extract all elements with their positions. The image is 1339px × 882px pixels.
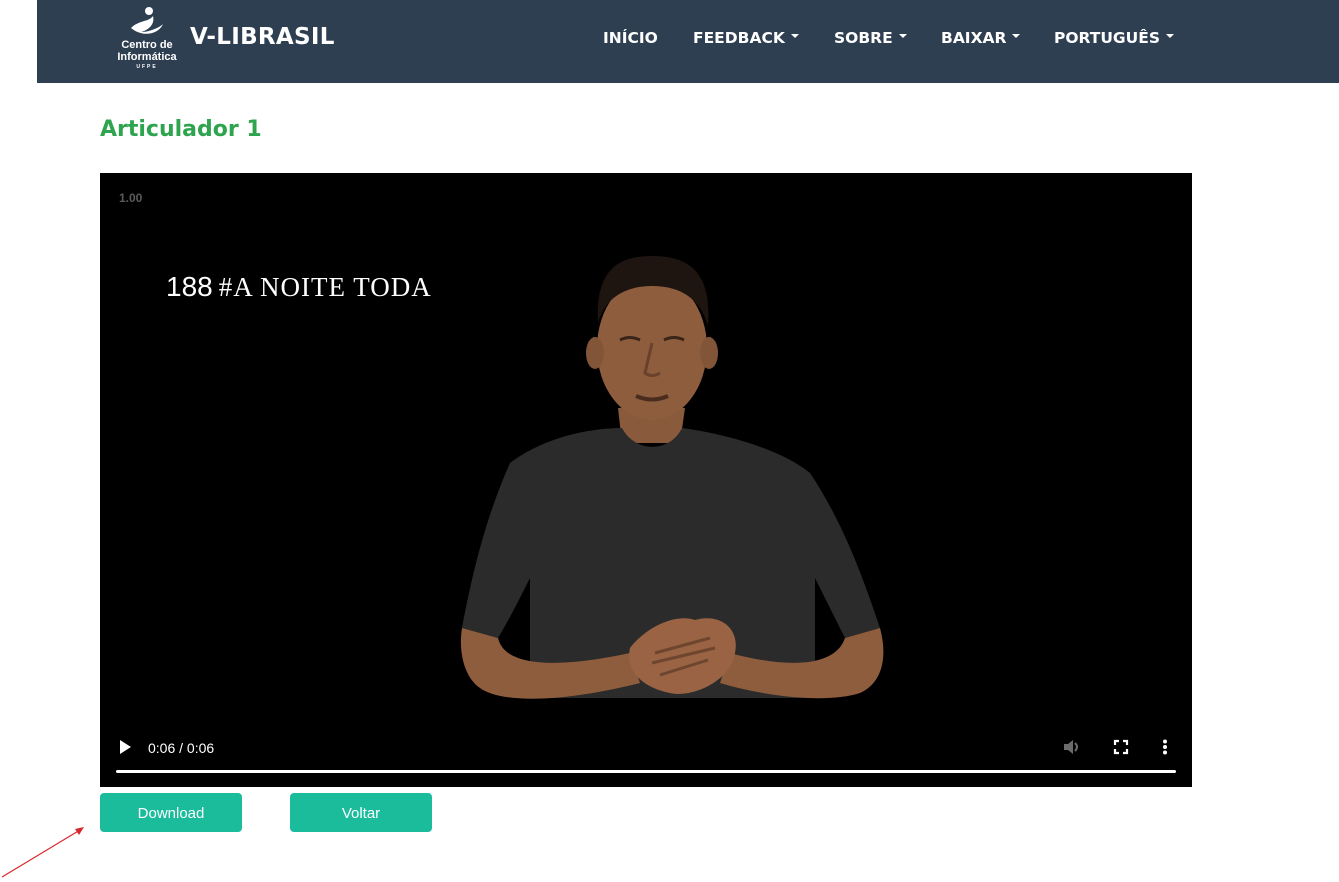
progress-bar[interactable] — [116, 770, 1176, 773]
caret-down-icon — [790, 33, 799, 38]
annotation-arrow-icon — [1, 827, 84, 878]
more-vertical-icon[interactable] — [1162, 739, 1168, 755]
speed-label: 1.00 — [119, 191, 143, 205]
back-button[interactable]: Voltar — [290, 793, 432, 832]
nav-item-label: INÍCIO — [603, 29, 658, 47]
nav-item-label: PORTUGUÊS — [1054, 29, 1160, 47]
navbar: Centro de Informática UFPE V-LIBRASIL IN… — [37, 0, 1339, 83]
caret-down-icon — [898, 33, 907, 38]
fullscreen-icon[interactable] — [1113, 739, 1129, 755]
logo-text-line3: UFPE — [136, 64, 158, 70]
caret-down-icon — [1012, 33, 1021, 38]
nav-item-portugues[interactable]: PORTUGUÊS — [1054, 29, 1174, 47]
signer-figure — [460, 256, 884, 699]
brand-logo[interactable]: Centro de Informática UFPE — [109, 6, 185, 72]
logo-text-line1: Centro de — [121, 39, 173, 51]
volume-icon[interactable] — [1063, 739, 1081, 755]
time-display: 0:06 / 0:06 — [148, 740, 215, 756]
video-player[interactable]: 1.00 188 #A NOITE TODA 0:06 / 0:06 — [100, 173, 1192, 787]
caption-number: 188 — [166, 271, 213, 302]
brand-title[interactable]: V-LIBRASIL — [190, 24, 335, 50]
nav-item-baixar[interactable]: BAIXAR — [941, 29, 1021, 47]
nav-item-label: FEEDBACK — [693, 29, 785, 47]
logo-text-line2: Informática — [117, 51, 177, 63]
nav-item-sobre[interactable]: SOBRE — [834, 29, 907, 47]
play-icon[interactable] — [118, 739, 132, 755]
video-controls: 0:06 / 0:06 — [100, 727, 1192, 787]
page-title: Articulador 1 — [100, 117, 262, 142]
caret-down-icon — [1166, 33, 1174, 38]
nav-item-feedback[interactable]: FEEDBACK — [693, 29, 799, 47]
nav-item-label: SOBRE — [834, 29, 893, 47]
nav-item-label: BAIXAR — [941, 29, 1007, 47]
nav-item-inicio[interactable]: INÍCIO — [603, 29, 658, 47]
logo-icon — [131, 7, 163, 34]
download-button[interactable]: Download — [100, 793, 242, 832]
